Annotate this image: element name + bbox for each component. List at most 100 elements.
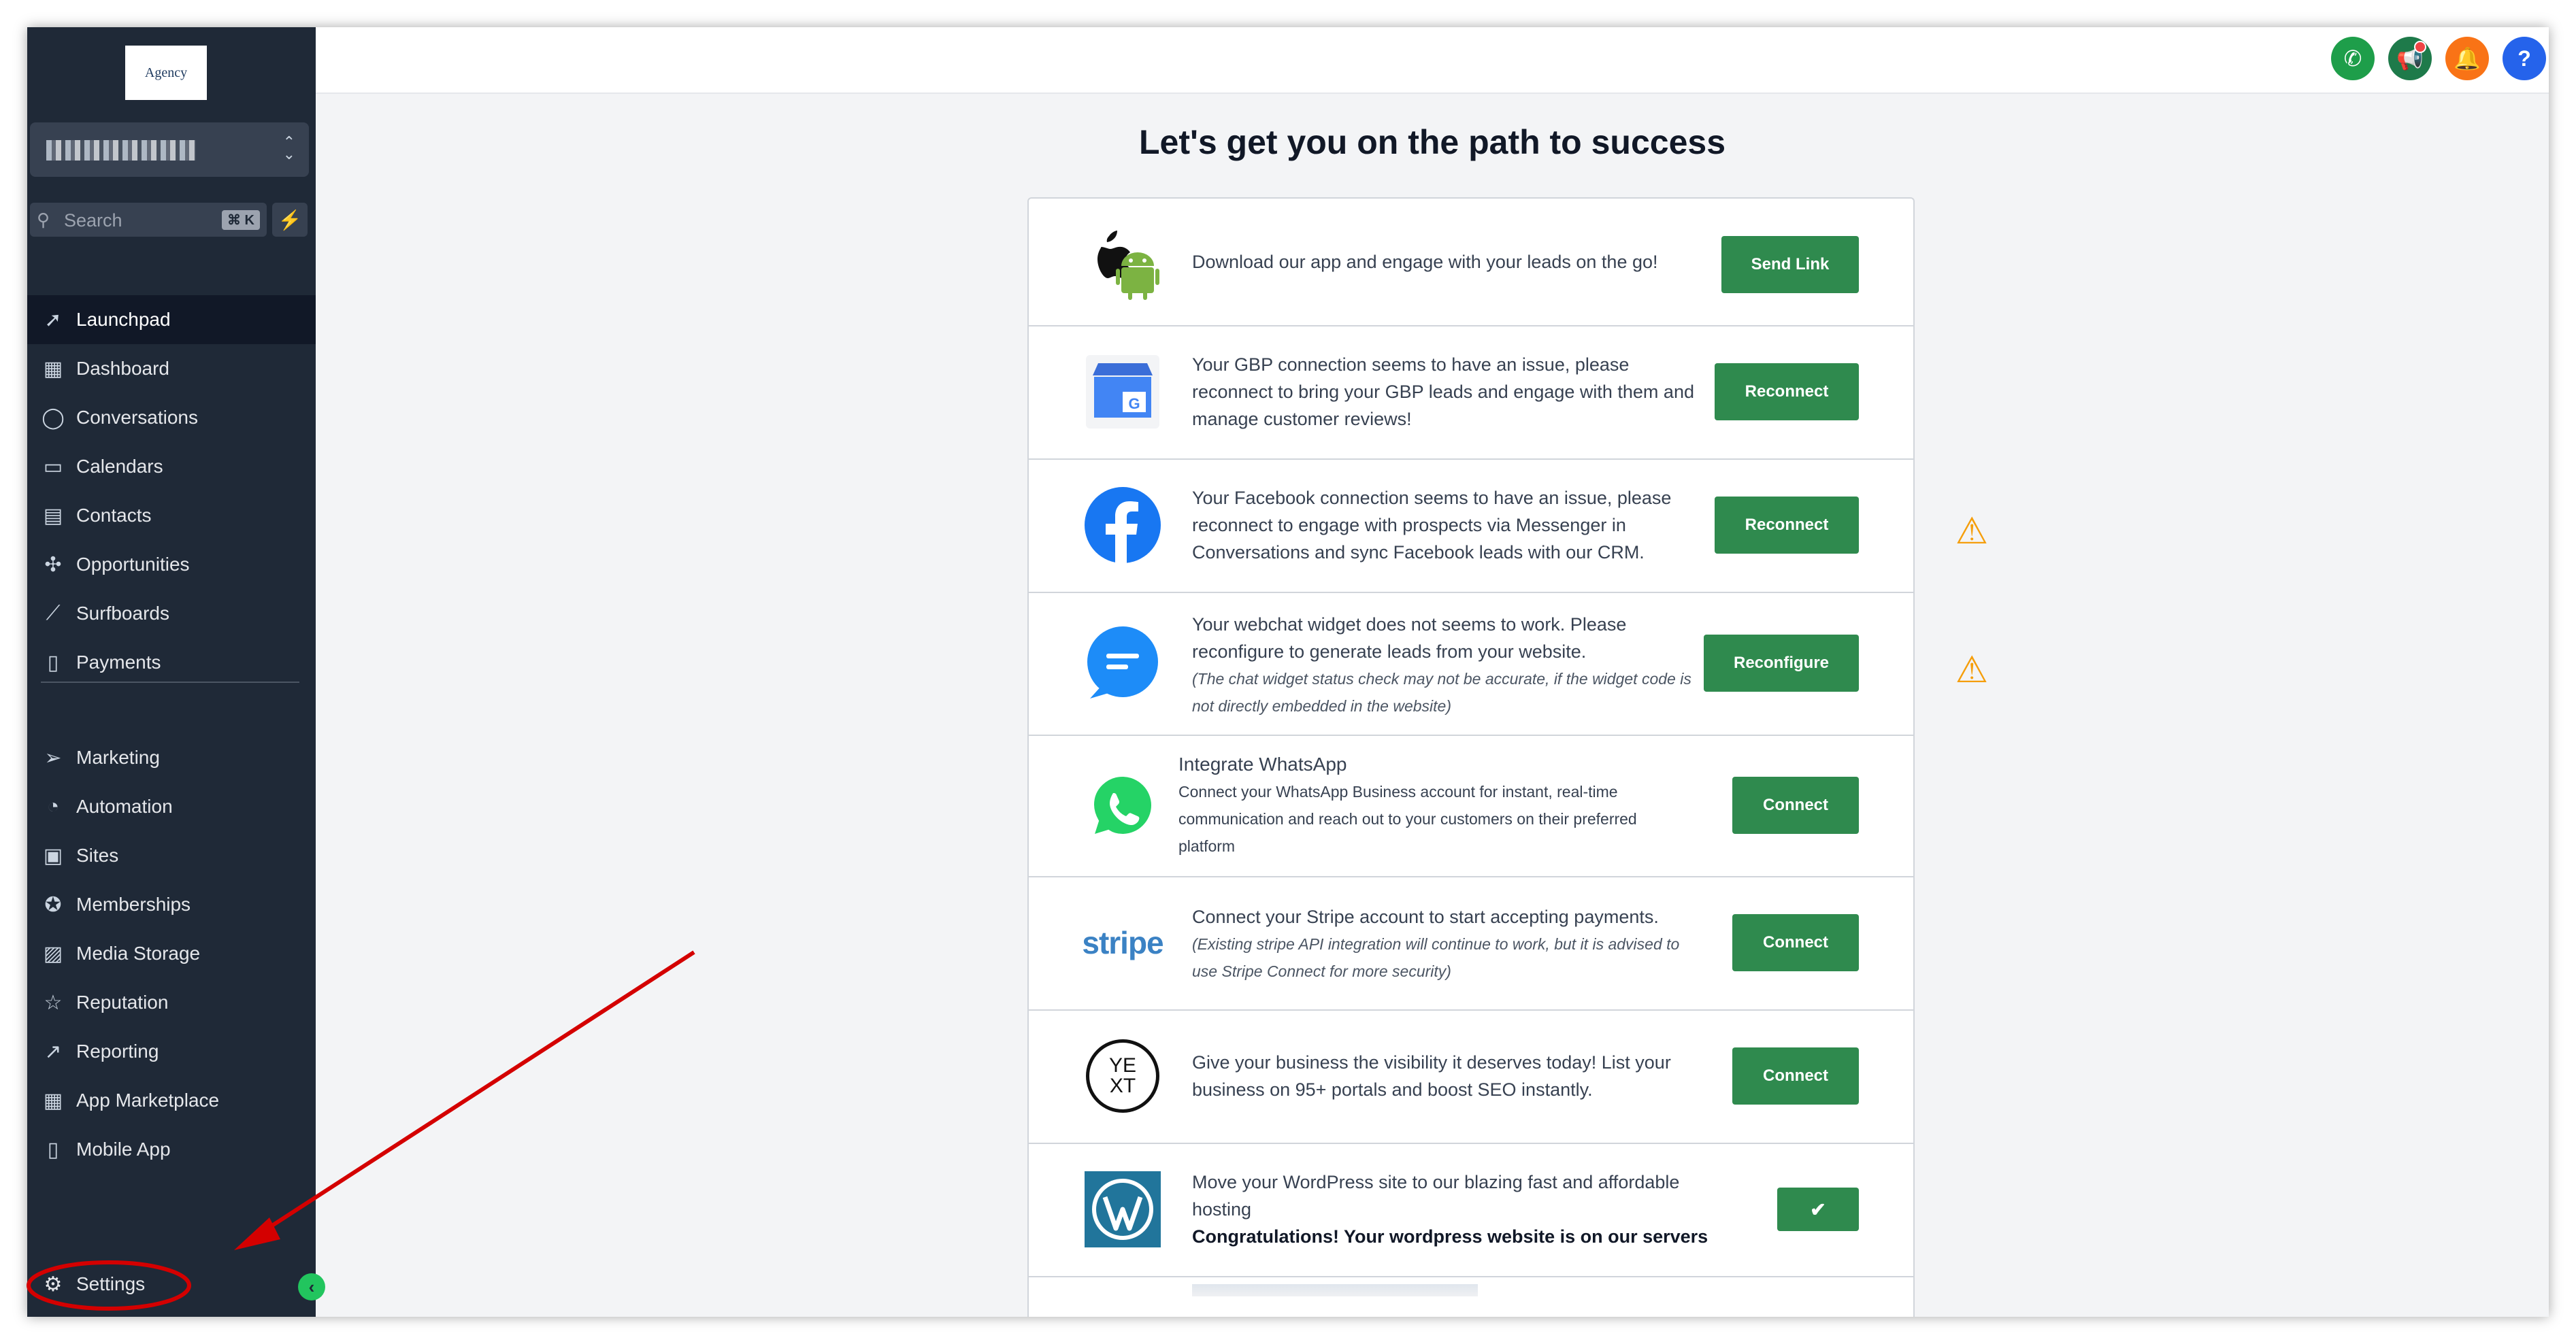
apple-android-icon [1083, 222, 1162, 301]
sidebar-item-payments[interactable]: ▯ Payments [27, 638, 316, 687]
stripe-logo: stripe [1082, 903, 1163, 982]
sidebar-item-surfboards[interactable]: ⟋ Surfboards [27, 589, 316, 638]
sidebar-item-label: Conversations [76, 407, 198, 428]
top-bar: ✆ 📢 🔔 ? [316, 27, 2549, 94]
whatsapp-icon [1083, 766, 1162, 845]
gear-icon: ⚙ [44, 1273, 63, 1296]
sidebar-item-label: Media Storage [76, 943, 201, 964]
warning-icon: ⚠ [1955, 649, 1989, 690]
reconnect-facebook-button[interactable]: Reconnect [1715, 497, 1859, 554]
receipt-icon: ▯ [47, 651, 59, 674]
search-input[interactable]: ⚲ Search ⌘ K [30, 203, 267, 237]
sidebar-item-sites[interactable]: ▣ Sites [27, 831, 316, 880]
row-title: Integrate WhatsApp [1178, 754, 1347, 775]
sidebar-item-label: Reputation [76, 992, 169, 1013]
row-description: Move your WordPress site to our blazing … [1192, 1172, 1680, 1220]
row-success-message: Congratulations! Your wordpress website … [1192, 1226, 1708, 1247]
sidebar-item-label: Memberships [76, 894, 191, 915]
row-text: Connect your Stripe account to start acc… [1192, 903, 1696, 985]
sidebar-item-label: Opportunities [76, 554, 190, 575]
sidebar-item-conversations[interactable]: ◯ Conversations [27, 393, 316, 442]
sidebar-item-label: App Marketplace [76, 1090, 220, 1111]
secondary-nav: ➢ Marketing ◔ Automation ▣ Sites ✪ Membershi… [27, 733, 316, 1174]
quick-action-button[interactable]: ⚡ [272, 203, 308, 237]
sidebar-item-opportunities[interactable]: ✣ Opportunities [27, 540, 316, 589]
chat-bubble-icon: ◯ [42, 406, 65, 429]
sidebar-item-label: Launchpad [76, 309, 171, 330]
sidebar-item-reputation[interactable]: ☆ Reputation [27, 978, 316, 1027]
sidebar-item-label: Dashboard [76, 358, 169, 379]
row-description: Connect your Stripe account to start acc… [1192, 907, 1659, 927]
row-text: Your Facebook connection seems to have a… [1192, 488, 1672, 562]
row-description: Connect your WhatsApp Business account f… [1178, 783, 1637, 855]
connect-stripe-button[interactable]: Connect [1732, 914, 1859, 971]
chevron-up-down-icon: ⌃ ⌄ [282, 133, 295, 163]
sidebar-item-label: Mobile App [76, 1139, 171, 1160]
sidebar-item-label: Calendars [76, 456, 163, 477]
sidebar-item-automation[interactable]: ◔ Automation [27, 782, 316, 831]
connect-yext-button[interactable]: Connect [1732, 1047, 1859, 1105]
launchpad-card: Download our app and engage with your le… [1027, 197, 1915, 1317]
badge-icon: ✪ [44, 893, 62, 916]
notification-dot [2414, 41, 2426, 53]
rocket-icon: ➚ [44, 308, 62, 331]
sidebar-item-app-marketplace[interactable]: ▦ App Marketplace [27, 1076, 316, 1125]
launchpad-row-webchat: Your webchat widget does not seems to wo… [1029, 592, 1913, 736]
logo-text: Agency [144, 65, 188, 80]
calendar-icon: ▭ [43, 455, 63, 478]
svg-text:G: G [1128, 395, 1140, 412]
phone-button[interactable]: ✆ [2331, 37, 2375, 80]
launchpad-row-yext: YE XT Give your business the visibility … [1029, 1009, 1913, 1144]
image-icon: ▨ [43, 942, 63, 965]
sidebar-item-marketing[interactable]: ➢ Marketing [27, 733, 316, 782]
sidebar-item-calendars[interactable]: ▭ Calendars [27, 442, 316, 491]
sidebar-item-settings[interactable]: ⚙ Settings [27, 1264, 231, 1305]
launchpad-row-stripe: stripe Connect your Stripe account to st… [1029, 876, 1913, 1011]
sidebar-item-memberships[interactable]: ✪ Memberships [27, 880, 316, 929]
sidebar-item-label: Contacts [76, 505, 152, 526]
contact-book-icon: ▤ [43, 504, 63, 527]
wordpress-icon [1083, 1170, 1162, 1249]
collapse-sidebar-button[interactable]: ‹ [298, 1273, 325, 1300]
row-note: (The chat widget status check may not be… [1192, 670, 1691, 715]
reconfigure-webchat-button[interactable]: Reconfigure [1704, 635, 1859, 692]
primary-nav: ➚ Launchpad ▦ Dashboard ◯ Conversations ▭ Ca… [27, 295, 316, 687]
app-window: Agency ⌃ ⌄ ⚲ Search ⌘ K ⚡ ➚ Launchpad ▦ Das… [27, 27, 2549, 1317]
sidebar-item-media-storage[interactable]: ▨ Media Storage [27, 929, 316, 978]
sidebar-item-dashboard[interactable]: ▦ Dashboard [27, 344, 316, 393]
wordpress-done-button[interactable]: ✔ [1777, 1188, 1859, 1231]
announcements-button[interactable]: 📢 [2388, 37, 2432, 80]
launchpad-row-gbp: G Your GBP connection seems to have an i… [1029, 325, 1913, 460]
connect-whatsapp-button[interactable]: Connect [1732, 777, 1859, 834]
row-text: Move your WordPress site to our blazing … [1192, 1169, 1709, 1250]
help-button[interactable]: ? [2503, 37, 2546, 80]
agency-logo[interactable]: Agency [125, 46, 207, 100]
account-switcher[interactable]: ⌃ ⌄ [30, 122, 309, 177]
grid-icon: ▦ [43, 357, 63, 380]
sidebar-item-mobile-app[interactable]: ▯ Mobile App [27, 1125, 316, 1174]
send-link-button[interactable]: Send Link [1721, 236, 1859, 293]
checkmark-icon: ✔ [1810, 1198, 1826, 1220]
reconnect-gbp-button[interactable]: Reconnect [1715, 363, 1859, 420]
network-icon: ✣ [44, 553, 62, 576]
search-icon: ⚲ [37, 209, 50, 230]
launchpad-row-mobile-app: Download our app and engage with your le… [1029, 199, 1913, 326]
row-text: Your GBP connection seems to have an iss… [1192, 354, 1694, 429]
search-shortcut-badge: ⌘ K [222, 210, 260, 230]
row-text: Download our app and engage with your le… [1192, 252, 1658, 272]
surfboard-icon: ⟋ [46, 602, 61, 624]
truncated-row-text [1192, 1284, 1478, 1296]
sidebar-item-label: Reporting [76, 1041, 159, 1062]
sidebar-item-contacts[interactable]: ▤ Contacts [27, 491, 316, 540]
yext-logo: YE XT [1083, 1037, 1162, 1115]
help-icon: ? [2517, 46, 2531, 71]
sidebar-item-launchpad[interactable]: ➚ Launchpad [27, 295, 316, 344]
phone-icon: ✆ [2343, 46, 2362, 71]
phone-icon: ▯ [47, 1138, 59, 1161]
notifications-button[interactable]: 🔔 [2445, 37, 2489, 80]
automation-icon: ◔ [46, 795, 60, 818]
sidebar-item-label: Sites [76, 845, 119, 866]
sidebar-item-label: Automation [76, 796, 173, 817]
sidebar-item-reporting[interactable]: ↗ Reporting [27, 1027, 316, 1076]
yext-logo-badge: YE XT [1086, 1039, 1159, 1113]
